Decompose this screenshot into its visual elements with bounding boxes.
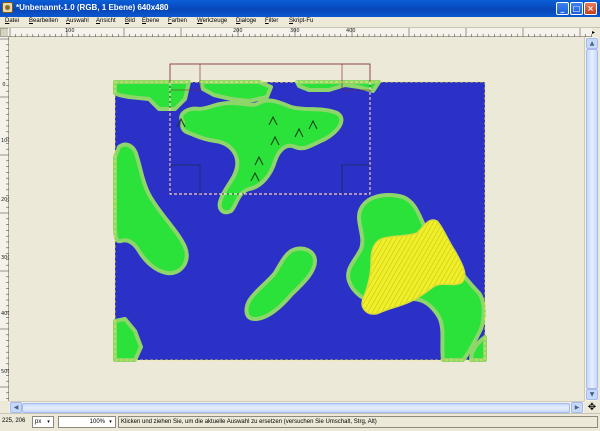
zoom-value: 100%	[89, 419, 105, 425]
menu-bar: Datei Bearbeiten Auswahl Ansicht Bild Eb…	[0, 17, 600, 28]
close-button[interactable]: ×	[584, 2, 597, 15]
chevron-down-icon: ▾	[47, 419, 50, 425]
menu-skript-fu[interactable]: Skript-Fu	[289, 18, 313, 24]
ruler-label-v400: 400	[1, 311, 11, 317]
menu-dialoge[interactable]: Dialoge	[236, 18, 256, 24]
menu-ebene[interactable]: Ebene	[142, 18, 159, 24]
ruler-label-v0: 0	[2, 82, 6, 88]
scroll-left-button[interactable]: ◀	[10, 402, 22, 413]
ruler-label-v300: 300	[1, 255, 11, 261]
ruler-label-v200: 200	[1, 197, 11, 203]
ruler-vertical-ticks	[0, 38, 9, 399]
ruler-horizontal-ticks	[9, 28, 592, 37]
menu-filter[interactable]: Filter	[265, 18, 278, 24]
navigation-move-icon[interactable]: ✥	[586, 402, 598, 413]
status-message: Klicken und ziehen Sie, um die aktuelle …	[118, 416, 598, 428]
zoom-select[interactable]: 100% ▾	[58, 416, 116, 428]
unit-select[interactable]: px ▾	[32, 416, 54, 428]
ruler-label-v500: 500	[1, 369, 11, 375]
chevron-down-icon: ▾	[109, 419, 112, 425]
status-bar: 225, 206 px ▾ 100% ▾ Klicken und ziehen …	[0, 413, 600, 431]
vertical-scrollbar[interactable]: ▲ ▼	[584, 37, 598, 401]
title-bar: *Unbenannt-1.0 (RGB, 1 Ebene) 640x480 _ …	[0, 0, 600, 17]
horizontal-scrollbar[interactable]: ◀ ▶	[9, 401, 584, 413]
horizontal-scroll-thumb[interactable]	[22, 403, 570, 413]
maximize-button[interactable]: □	[570, 2, 583, 15]
pointer-coordinates: 225, 206	[2, 418, 26, 424]
ruler-label-v100: 100	[1, 138, 11, 144]
menu-werkzeuge[interactable]: Werkzeuge	[197, 18, 227, 24]
ruler-label-300: 300	[290, 28, 300, 34]
ruler-label-200: 200	[233, 28, 243, 34]
menu-bearbeiten[interactable]: Bearbeiten	[29, 18, 58, 24]
menu-datei[interactable]: Datei	[5, 18, 19, 24]
canvas-area[interactable]	[9, 37, 584, 401]
scroll-right-button[interactable]: ▶	[571, 402, 583, 413]
window-title: *Unbenannt-1.0 (RGB, 1 Ebene) 640x480	[16, 3, 169, 12]
scroll-up-button[interactable]: ▲	[586, 38, 598, 49]
ruler-label-400: 400	[346, 28, 356, 34]
minimize-button[interactable]: _	[556, 2, 569, 15]
gimp-app-icon	[2, 2, 13, 13]
navigate-icon[interactable]: ▸	[592, 29, 598, 36]
menu-farben[interactable]: Farben	[168, 18, 187, 24]
unit-value: px	[35, 419, 42, 425]
menu-ansicht[interactable]: Ansicht	[96, 18, 116, 24]
scroll-down-button[interactable]: ▼	[586, 389, 598, 400]
ruler-vertical[interactable]: 0 100 200 300 400 500	[0, 37, 11, 401]
ruler-label-100: 100	[65, 28, 75, 34]
ruler-horizontal[interactable]: 100 200 300 400	[8, 28, 592, 37]
vertical-scroll-thumb[interactable]	[586, 49, 598, 389]
menu-auswahl[interactable]: Auswahl	[66, 18, 89, 24]
image-canvas[interactable]	[9, 37, 584, 401]
menu-bild[interactable]: Bild	[125, 18, 135, 24]
